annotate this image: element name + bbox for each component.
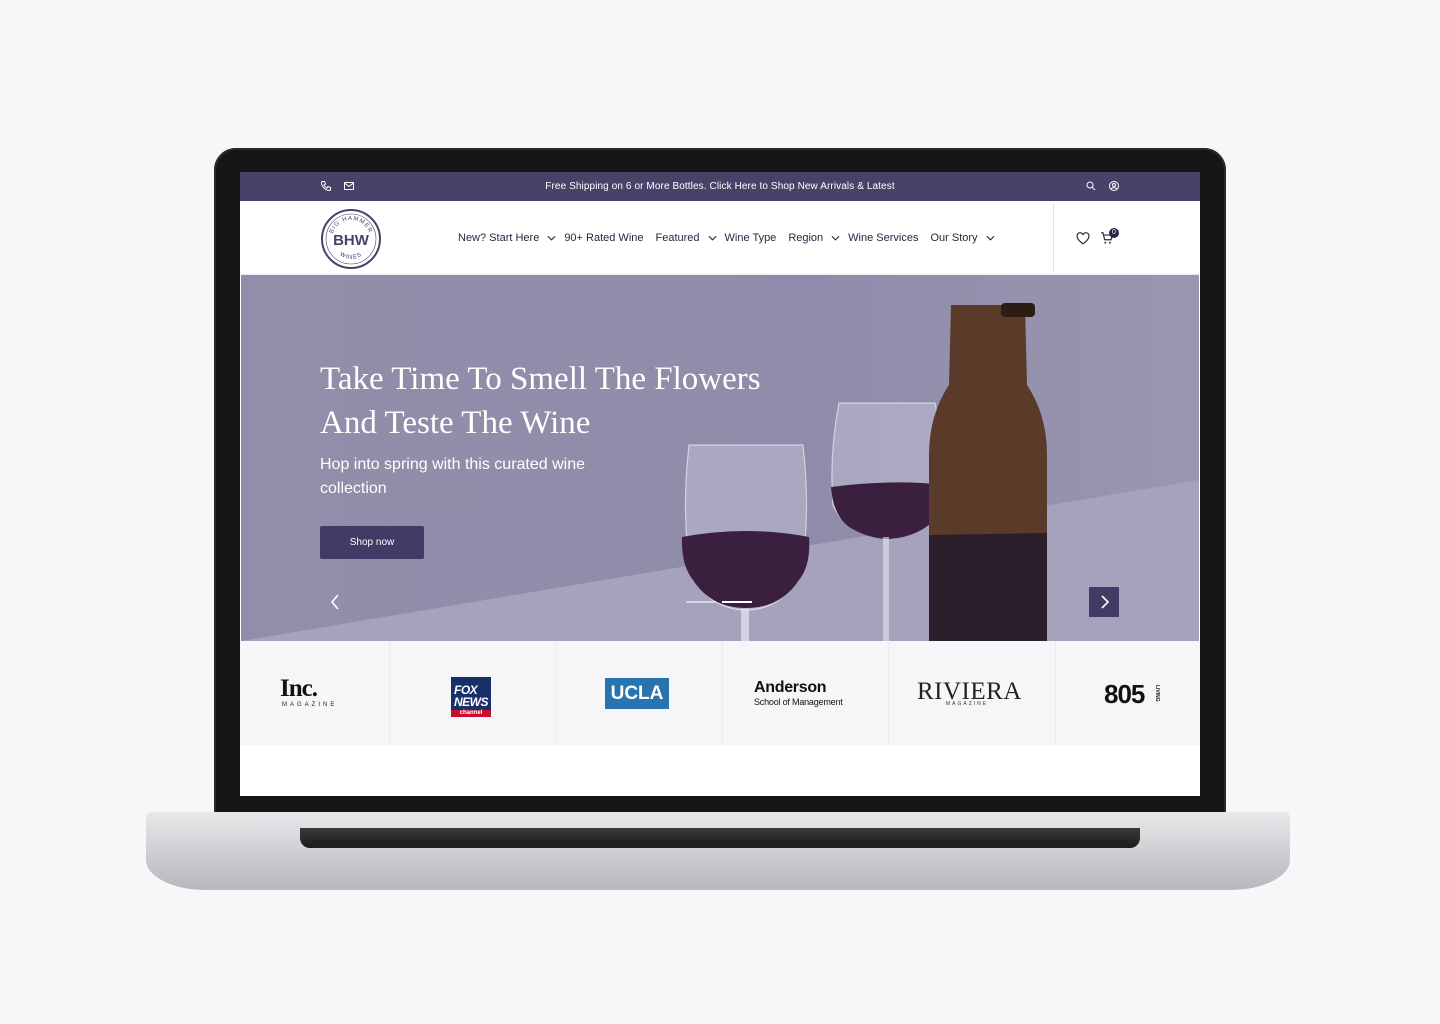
header-divider xyxy=(1053,203,1054,273)
nav-label: Our Story xyxy=(930,232,978,244)
website-screen: Free Shipping on 6 or More Bottles. Clic… xyxy=(240,172,1200,796)
shop-now-button[interactable]: Shop now xyxy=(320,526,424,559)
press-logo-805[interactable]: 805 LIVING xyxy=(1056,641,1200,745)
carousel-dot-active[interactable] xyxy=(722,601,752,603)
nav-item-region[interactable]: Region xyxy=(788,232,848,244)
ucla-logo: UCLA xyxy=(605,678,669,709)
chevron-left-icon[interactable] xyxy=(327,590,343,614)
press-logo-ucla[interactable]: UCLA xyxy=(557,641,723,745)
hero-subtitle: Hop into spring with this curated wine c… xyxy=(320,456,586,497)
laptop-keys xyxy=(312,840,1128,848)
cart-count-badge: 0 xyxy=(1109,228,1119,238)
chevron-down-icon xyxy=(831,235,840,241)
press-logos: Inc. MAGAZINE FOX NEWS channel UCLA Ande… xyxy=(240,641,1200,745)
chevron-down-icon xyxy=(708,235,717,241)
nav-label: Wine Services xyxy=(848,232,919,244)
805-logo-sub: LIVING xyxy=(1154,685,1160,702)
anderson-logo-sub: School of Management xyxy=(754,697,843,707)
user-icon[interactable] xyxy=(1108,180,1120,192)
nav-label: New? Start Here xyxy=(458,232,540,244)
nav-label: Featured xyxy=(655,232,700,244)
press-logo-anderson[interactable]: Anderson School of Management xyxy=(723,641,889,745)
nav-label: Wine Type xyxy=(724,232,777,244)
nav-item-featured[interactable]: Featured xyxy=(656,232,725,244)
announcement-text[interactable]: Free Shipping on 6 or More Bottles. Clic… xyxy=(240,181,1200,192)
anderson-logo-text: Anderson xyxy=(754,679,827,696)
nav-label: 90+ Rated Wine xyxy=(564,232,644,244)
heart-icon[interactable] xyxy=(1076,232,1090,245)
805-logo-text: 805 xyxy=(1104,679,1145,709)
logo-letters: BHW xyxy=(333,232,370,249)
hero-title-line-1: Take Time To Smell The Flowers xyxy=(320,361,761,397)
laptop-base xyxy=(146,812,1290,890)
fox-logo-mid: NEWS xyxy=(454,695,489,709)
main-nav: New? Start Here 90+ Rated Wine Featured … xyxy=(458,232,1003,244)
carousel-next-button[interactable] xyxy=(1089,587,1119,617)
hero-banner: Take Time To Smell The Flowers And Teste… xyxy=(241,275,1199,641)
fox-news-logo: FOX NEWS channel xyxy=(451,677,491,717)
nav-item-wine-services[interactable]: Wine Services xyxy=(848,232,918,244)
carousel-dot[interactable] xyxy=(686,601,716,603)
press-logo-fox-news[interactable]: FOX NEWS channel xyxy=(390,641,557,745)
search-icon[interactable] xyxy=(1085,180,1097,192)
nav-item-new-start-here[interactable]: New? Start Here xyxy=(458,232,564,244)
brand-logo[interactable]: BIG HAMMER WINES BHW xyxy=(320,208,382,270)
press-logo-inc[interactable]: Inc. MAGAZINE xyxy=(240,641,390,745)
nav-label: Region xyxy=(788,232,824,244)
announcement-bar: Free Shipping on 6 or More Bottles. Clic… xyxy=(240,172,1200,201)
riviera-logo-sub: MAGAZINE xyxy=(946,701,989,707)
hero-title: Take Time To Smell The Flowers And Teste… xyxy=(320,357,840,445)
inc-logo-text: Inc. xyxy=(280,675,318,702)
chevron-right-icon xyxy=(1101,595,1110,609)
chevron-down-icon xyxy=(547,235,556,241)
inc-logo-sub: MAGAZINE xyxy=(282,702,338,708)
press-logo-riviera[interactable]: RIVIERA MAGAZINE xyxy=(889,641,1056,745)
nav-item-wine-type[interactable]: Wine Type xyxy=(725,232,777,244)
chevron-down-icon xyxy=(986,235,995,241)
site-header: BIG HAMMER WINES BHW New? Start Here 90+… xyxy=(240,201,1200,275)
nav-item-90-rated-wine[interactable]: 90+ Rated Wine xyxy=(564,232,643,244)
nav-item-our-story[interactable]: Our Story xyxy=(930,232,1002,244)
fox-logo-bar: channel xyxy=(451,710,491,717)
carousel-indicators xyxy=(686,601,752,603)
hero-title-line-2: And Teste The Wine xyxy=(320,405,591,441)
